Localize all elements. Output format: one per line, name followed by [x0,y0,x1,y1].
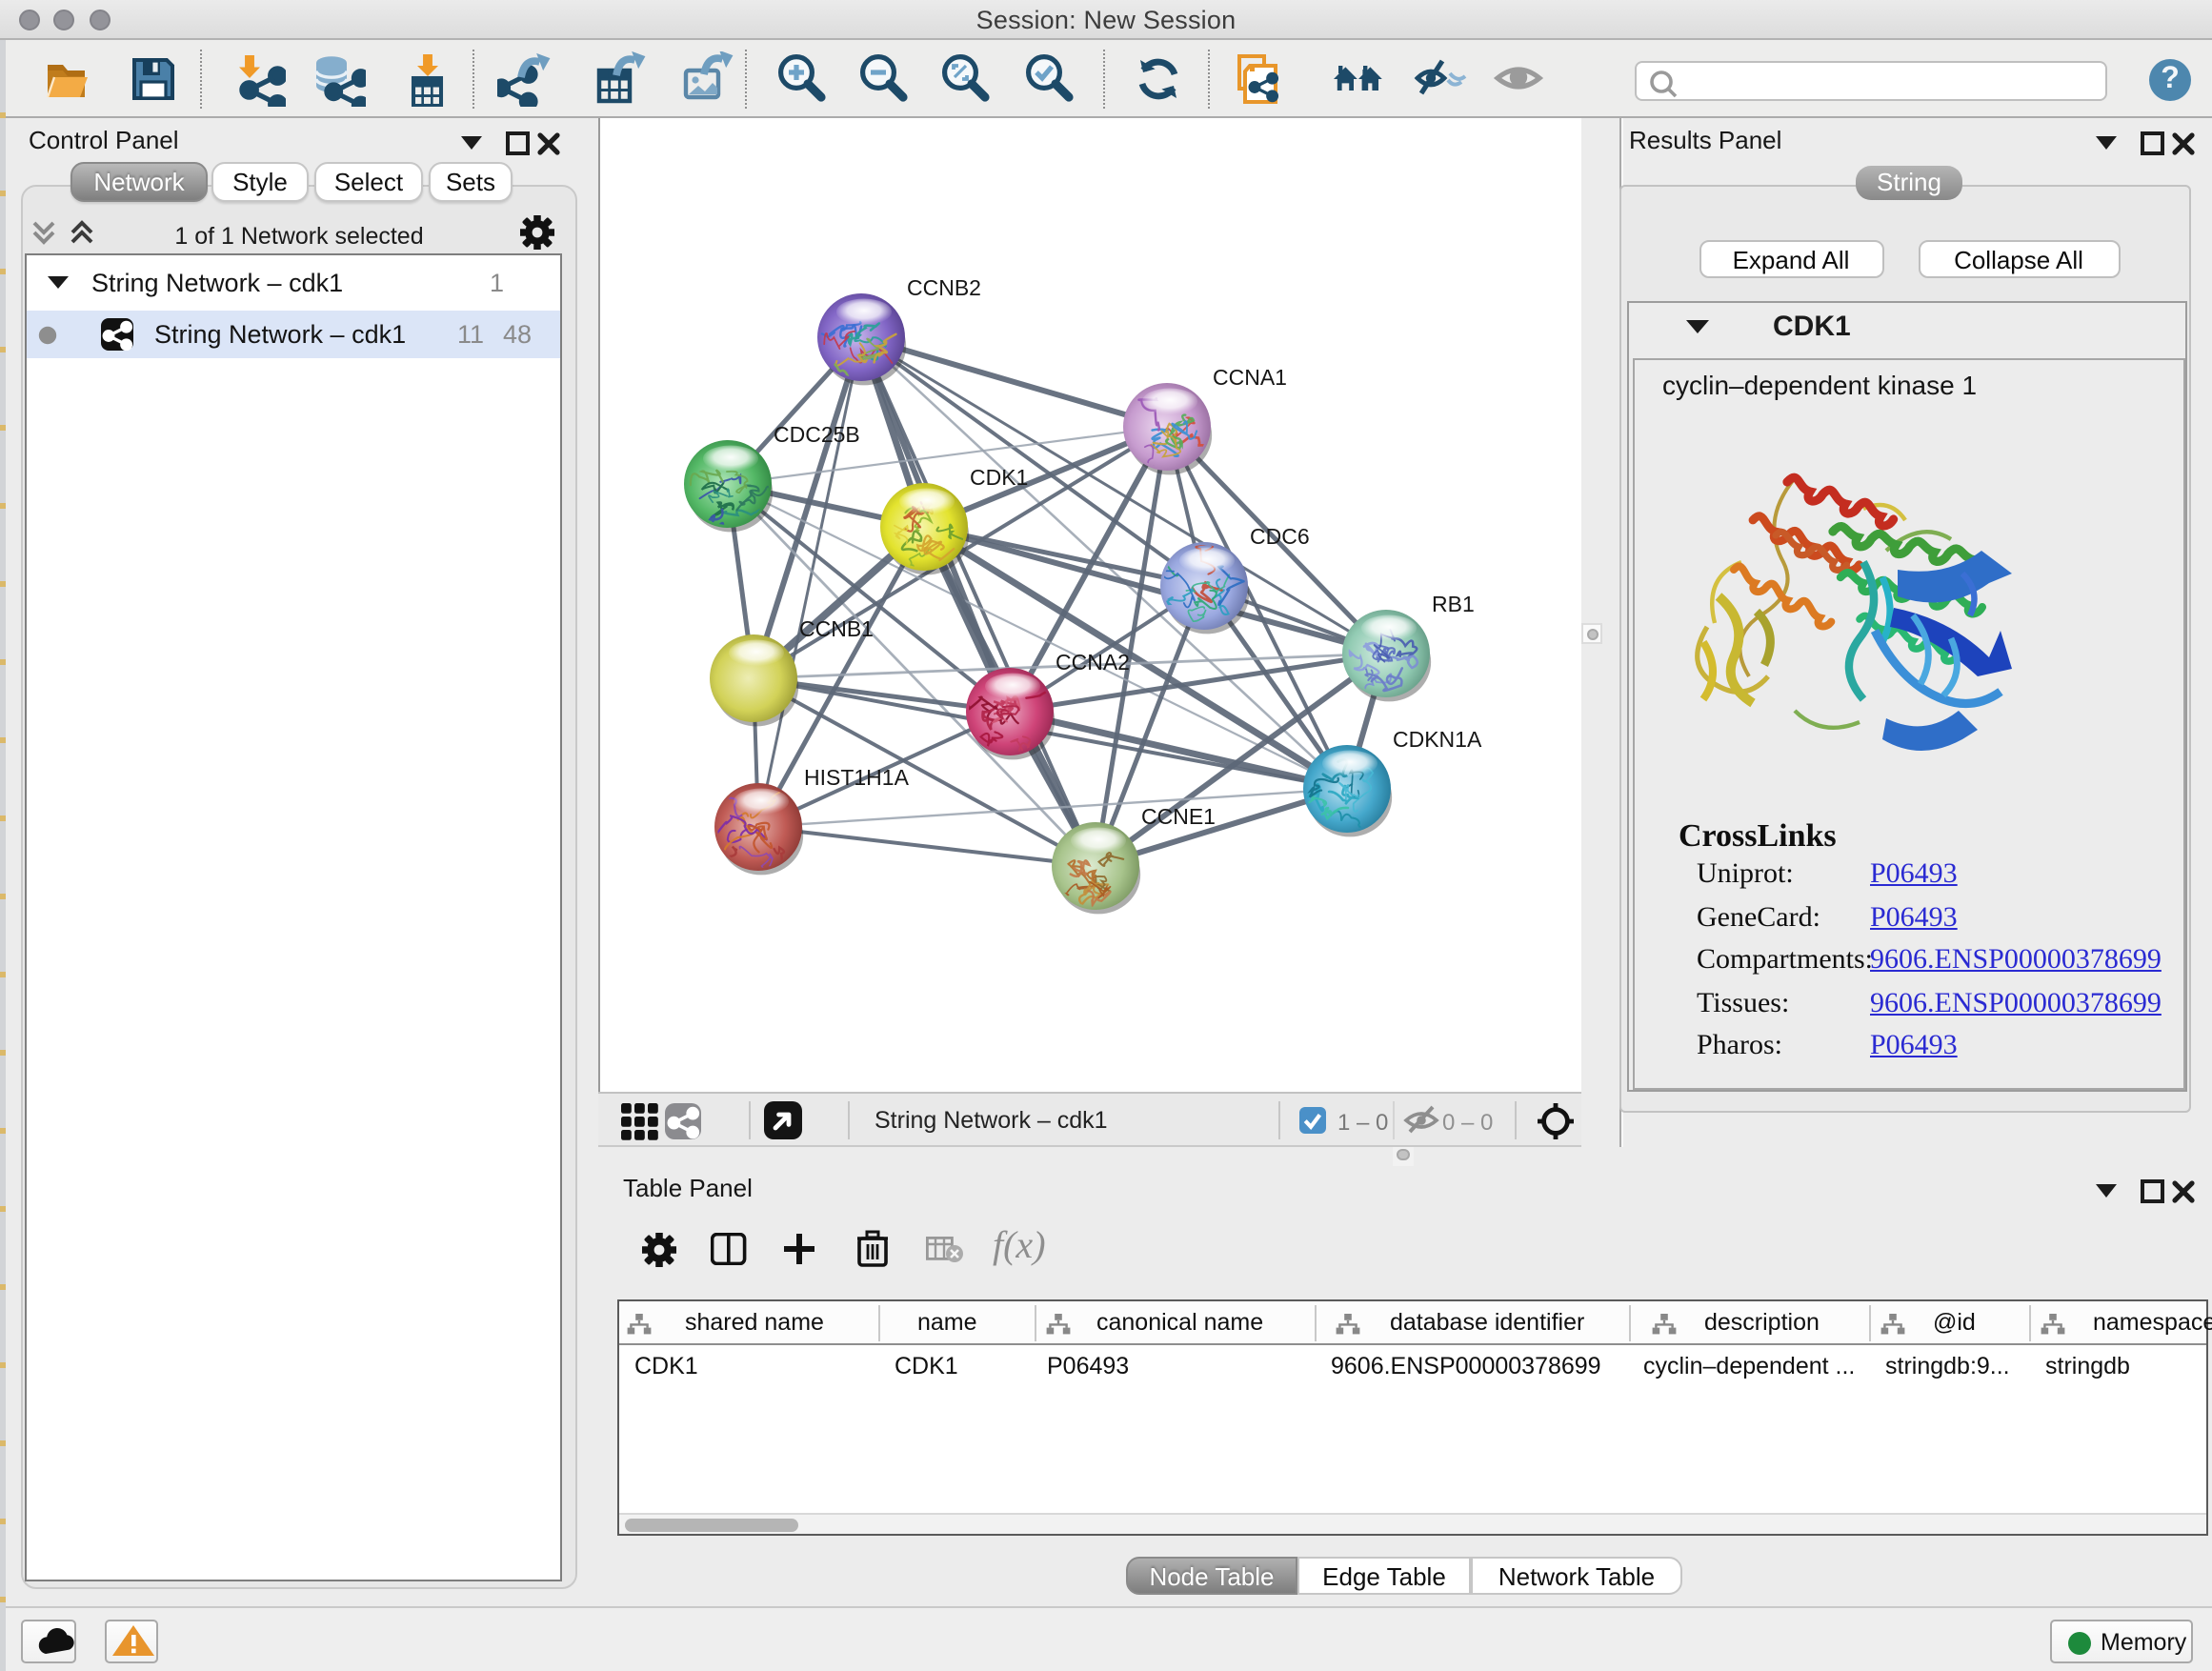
svg-text:HIST1H1A: HIST1H1A [804,765,910,790]
svg-text:CDC25B: CDC25B [774,422,860,447]
svg-text:CDC6: CDC6 [1250,524,1310,549]
svg-text:CDK1: CDK1 [970,465,1028,490]
svg-text:CDKN1A: CDKN1A [1393,727,1482,752]
svg-text:RB1: RB1 [1432,592,1475,616]
svg-text:CCNE1: CCNE1 [1141,804,1216,829]
svg-text:CCNA2: CCNA2 [1056,650,1130,674]
svg-text:CCNA1: CCNA1 [1213,365,1287,390]
svg-text:CCNB1: CCNB1 [799,616,874,641]
svg-text:CCNB2: CCNB2 [907,275,981,300]
